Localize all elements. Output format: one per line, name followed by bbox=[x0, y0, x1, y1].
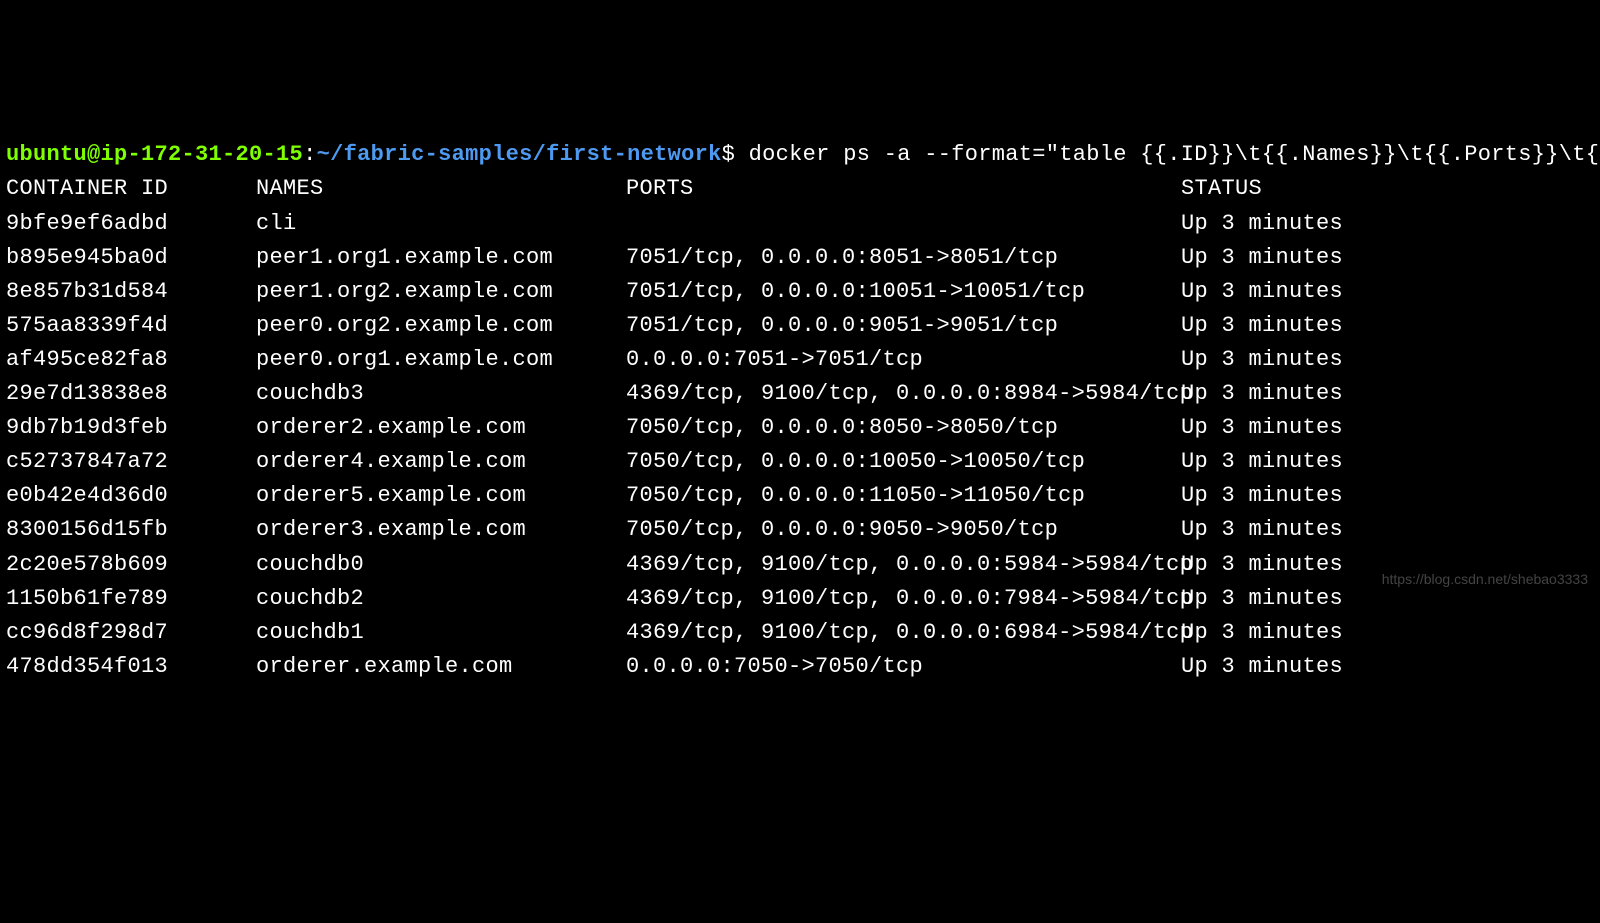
cell-status: Up 3 minutes bbox=[1181, 241, 1343, 275]
table-row: cc96d8f298d7couchdb14369/tcp, 9100/tcp, … bbox=[6, 616, 1594, 650]
cell-ports: 0.0.0.0:7050->7050/tcp bbox=[626, 650, 1181, 684]
cell-container-id: 29e7d13838e8 bbox=[6, 377, 256, 411]
cell-container-id: 575aa8339f4d bbox=[6, 309, 256, 343]
cell-container-id: 8e857b31d584 bbox=[6, 275, 256, 309]
cell-status: Up 3 minutes bbox=[1181, 513, 1343, 547]
table-row: 29e7d13838e8couchdb34369/tcp, 9100/tcp, … bbox=[6, 377, 1594, 411]
cell-status: Up 3 minutes bbox=[1181, 582, 1343, 616]
header-ports: PORTS bbox=[626, 172, 1181, 206]
cell-status: Up 3 minutes bbox=[1181, 309, 1343, 343]
cell-ports: 4369/tcp, 9100/tcp, 0.0.0.0:6984->5984/t… bbox=[626, 616, 1181, 650]
table-row: af495ce82fa8peer0.org1.example.com0.0.0.… bbox=[6, 343, 1594, 377]
cell-names: couchdb0 bbox=[256, 548, 626, 582]
table-row: 478dd354f013orderer.example.com0.0.0.0:7… bbox=[6, 650, 1594, 684]
cell-names: orderer2.example.com bbox=[256, 411, 626, 445]
cell-names: couchdb2 bbox=[256, 582, 626, 616]
cell-names: peer1.org2.example.com bbox=[256, 275, 626, 309]
cell-container-id: 2c20e578b609 bbox=[6, 548, 256, 582]
cell-names: orderer4.example.com bbox=[256, 445, 626, 479]
cell-container-id: c52737847a72 bbox=[6, 445, 256, 479]
cell-container-id: 8300156d15fb bbox=[6, 513, 256, 547]
table-header: CONTAINER IDNAMESPORTSSTATUS bbox=[6, 172, 1594, 206]
table-row: 9bfe9ef6adbdcli Up 3 minutes bbox=[6, 207, 1594, 241]
cell-names: orderer3.example.com bbox=[256, 513, 626, 547]
cell-status: Up 3 minutes bbox=[1181, 650, 1343, 684]
table-row: 2c20e578b609couchdb04369/tcp, 9100/tcp, … bbox=[6, 548, 1594, 582]
header-names: NAMES bbox=[256, 172, 626, 206]
cell-status: Up 3 minutes bbox=[1181, 377, 1343, 411]
cell-names: peer0.org2.example.com bbox=[256, 309, 626, 343]
cell-names: peer0.org1.example.com bbox=[256, 343, 626, 377]
cell-container-id: e0b42e4d36d0 bbox=[6, 479, 256, 513]
prompt-line: ubuntu@ip-172-31-20-15:~/fabric-samples/… bbox=[6, 138, 1594, 172]
table-row: 8e857b31d584peer1.org2.example.com7051/t… bbox=[6, 275, 1594, 309]
cell-names: orderer5.example.com bbox=[256, 479, 626, 513]
cell-names: peer1.org1.example.com bbox=[256, 241, 626, 275]
cell-ports: 7050/tcp, 0.0.0.0:11050->11050/tcp bbox=[626, 479, 1181, 513]
cell-status: Up 3 minutes bbox=[1181, 411, 1343, 445]
cell-ports: 7051/tcp, 0.0.0.0:10051->10051/tcp bbox=[626, 275, 1181, 309]
table-row: 1150b61fe789couchdb24369/tcp, 9100/tcp, … bbox=[6, 582, 1594, 616]
cell-container-id: 9db7b19d3feb bbox=[6, 411, 256, 445]
cell-ports: 7050/tcp, 0.0.0.0:8050->8050/tcp bbox=[626, 411, 1181, 445]
watermark-text: https://blog.csdn.net/shebao3333 bbox=[1382, 569, 1588, 591]
cell-ports: 4369/tcp, 9100/tcp, 0.0.0.0:7984->5984/t… bbox=[626, 582, 1181, 616]
prompt-path: ~/fabric-samples/first-network bbox=[317, 142, 722, 167]
cell-ports: 7051/tcp, 0.0.0.0:9051->9051/tcp bbox=[626, 309, 1181, 343]
cell-ports: 7050/tcp, 0.0.0.0:10050->10050/tcp bbox=[626, 445, 1181, 479]
table-row: 575aa8339f4dpeer0.org2.example.com7051/t… bbox=[6, 309, 1594, 343]
cell-ports: 7050/tcp, 0.0.0.0:9050->9050/tcp bbox=[626, 513, 1181, 547]
cell-status: Up 3 minutes bbox=[1181, 616, 1343, 650]
cell-ports: 0.0.0.0:7051->7051/tcp bbox=[626, 343, 1181, 377]
cell-ports: 4369/tcp, 9100/tcp, 0.0.0.0:5984->5984/t… bbox=[626, 548, 1181, 582]
cell-container-id: 9bfe9ef6adbd bbox=[6, 207, 256, 241]
table-row: b895e945ba0dpeer1.org1.example.com7051/t… bbox=[6, 241, 1594, 275]
cell-container-id: 1150b61fe789 bbox=[6, 582, 256, 616]
cell-status: Up 3 minutes bbox=[1181, 445, 1343, 479]
table-row: c52737847a72orderer4.example.com7050/tcp… bbox=[6, 445, 1594, 479]
cell-ports: 4369/tcp, 9100/tcp, 0.0.0.0:8984->5984/t… bbox=[626, 377, 1181, 411]
command-text: docker ps -a --format="table {{.ID}}\t{{… bbox=[735, 142, 1600, 167]
cell-container-id: 478dd354f013 bbox=[6, 650, 256, 684]
prompt-colon: : bbox=[303, 142, 317, 167]
cell-container-id: cc96d8f298d7 bbox=[6, 616, 256, 650]
cell-status: Up 3 minutes bbox=[1181, 275, 1343, 309]
cell-names: couchdb1 bbox=[256, 616, 626, 650]
cell-status: Up 3 minutes bbox=[1181, 343, 1343, 377]
cell-names: orderer.example.com bbox=[256, 650, 626, 684]
table-row: 8300156d15fborderer3.example.com7050/tcp… bbox=[6, 513, 1594, 547]
cell-container-id: b895e945ba0d bbox=[6, 241, 256, 275]
prompt-user-host: ubuntu@ip-172-31-20-15 bbox=[6, 142, 303, 167]
cell-container-id: af495ce82fa8 bbox=[6, 343, 256, 377]
terminal-output[interactable]: ubuntu@ip-172-31-20-15:~/fabric-samples/… bbox=[6, 138, 1594, 684]
cell-status: Up 3 minutes bbox=[1181, 548, 1343, 582]
cell-ports: 7051/tcp, 0.0.0.0:8051->8051/tcp bbox=[626, 241, 1181, 275]
cell-status: Up 3 minutes bbox=[1181, 207, 1343, 241]
header-status: STATUS bbox=[1181, 172, 1262, 206]
table-row: e0b42e4d36d0orderer5.example.com7050/tcp… bbox=[6, 479, 1594, 513]
prompt-dollar: $ bbox=[722, 142, 736, 167]
header-container-id: CONTAINER ID bbox=[6, 172, 256, 206]
cell-names: couchdb3 bbox=[256, 377, 626, 411]
cell-names: cli bbox=[256, 207, 626, 241]
table-row: 9db7b19d3feborderer2.example.com7050/tcp… bbox=[6, 411, 1594, 445]
cell-status: Up 3 minutes bbox=[1181, 479, 1343, 513]
